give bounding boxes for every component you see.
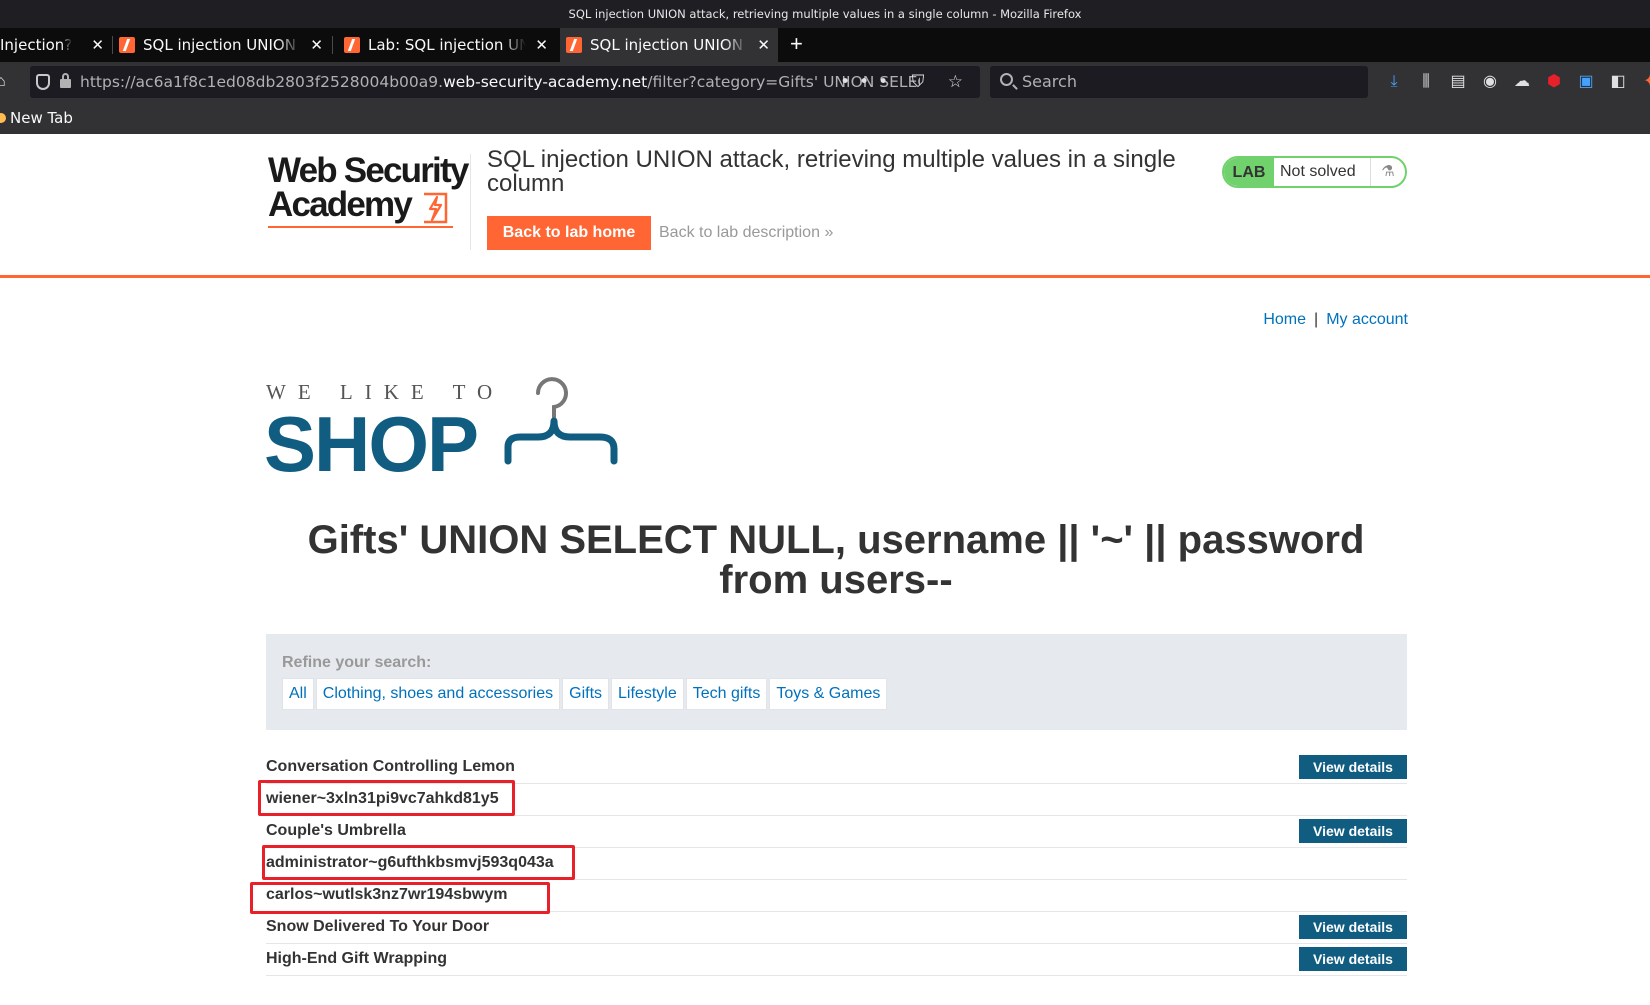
highlight-box-wiener — [258, 780, 515, 816]
product-name: High-End Gift Wrapping — [266, 950, 448, 967]
refine-label: Refine your search: — [282, 654, 432, 671]
search-bar[interactable]: Search — [990, 66, 1368, 98]
tab-label: SQL injection UNION a — [590, 36, 748, 54]
tracking-shield-icon[interactable] — [36, 74, 50, 90]
shop-logo: WE LIKE TO SHOP — [264, 375, 626, 483]
logo-line1: Web Security — [268, 151, 469, 190]
tab-sqli-union-active[interactable]: SQL injection UNION a ✕ — [560, 28, 778, 62]
filter-toys-games[interactable]: Toys & Games — [769, 678, 888, 710]
portswigger-favicon-icon — [119, 37, 135, 53]
lab-status-widget: LAB Not solved ⚗ — [1222, 156, 1407, 188]
search-results-heading: Gifts' UNION SELECT NULL, username || '~… — [307, 518, 1365, 602]
table-row: Snow Delivered To Your Door View details — [266, 912, 1407, 944]
academy-header: Web Security Academy SQL injection UNION… — [0, 134, 1650, 278]
header-divider — [470, 154, 471, 250]
close-icon[interactable]: ✕ — [91, 28, 104, 62]
tab-label: SQL injection UNION a — [143, 36, 301, 54]
url-bar[interactable]: https://ac6a1f8c1ed08db2803f2528004b00a9… — [30, 66, 980, 98]
tab-lab-sqli[interactable]: Lab: SQL injection UNION ✕ — [338, 28, 556, 62]
close-icon[interactable]: ✕ — [757, 28, 770, 62]
tab-strip: Injection? ✕ SQL injection UNION a ✕ Lab… — [0, 28, 1650, 62]
lab-status-text: Not solved — [1280, 163, 1356, 180]
chevron-right-icon: » — [824, 224, 834, 241]
back-description-label: Back to lab description — [659, 224, 820, 241]
table-row: Couple's Umbrella View details — [266, 816, 1407, 848]
lab-title: SQL injection UNION attack, retrieving m… — [487, 146, 1176, 197]
tab-label: Lab: SQL injection UNION — [368, 36, 526, 54]
my-account-link[interactable]: My account — [1326, 311, 1408, 328]
navigation-toolbar: ⌂ https://ac6a1f8c1ed08db2803f2528004b00… — [0, 62, 1650, 102]
new-tab-button[interactable]: + — [790, 28, 803, 62]
filter-clothing[interactable]: Clothing, shoes and accessories — [315, 678, 561, 710]
refine-search-panel: Refine your search: All Clothing, shoes a… — [266, 634, 1407, 730]
nav-separator: | — [1314, 311, 1319, 328]
view-details-button[interactable]: View details — [1299, 755, 1407, 779]
tab-label: Injection? — [0, 36, 72, 54]
url-domain: web-security-academy.net — [443, 73, 648, 91]
bookmark-new-tab[interactable]: New Tab — [10, 102, 73, 134]
view-details-button[interactable]: View details — [1299, 915, 1407, 939]
tab-sqli-union-1[interactable]: SQL injection UNION a ✕ — [113, 28, 331, 62]
ublock-icon[interactable]: ⬢ — [1538, 62, 1570, 102]
product-name: Couple's Umbrella — [266, 822, 406, 839]
view-details-button[interactable]: View details — [1299, 947, 1407, 971]
portswigger-favicon-icon — [344, 37, 360, 53]
back-to-lab-description-link[interactable]: Back to lab description » — [659, 216, 833, 250]
view-details-button[interactable]: View details — [1299, 819, 1407, 843]
account-icon[interactable]: ◉ — [1474, 62, 1506, 102]
category-filters: All Clothing, shoes and accessories Gifts L… — [282, 678, 889, 710]
bookmarks-toolbar: New Tab — [0, 102, 1650, 134]
product-name: Conversation Controlling Lemon — [266, 758, 515, 775]
academy-bolt-icon — [424, 192, 448, 224]
tab-injection[interactable]: Injection? ✕ — [0, 28, 112, 62]
account-nav: Home | My account — [1258, 311, 1408, 329]
back-to-lab-home-button[interactable]: Back to lab home — [487, 216, 651, 250]
shop-word: SHOP — [264, 400, 479, 488]
extension-box-icon[interactable]: ◧ — [1602, 62, 1634, 102]
url-text[interactable]: https://ac6a1f8c1ed08db2803f2528004b00a9… — [80, 66, 920, 98]
search-placeholder: Search — [1022, 72, 1077, 91]
filter-lifestyle[interactable]: Lifestyle — [611, 678, 684, 710]
toolbar-icons: ⤓ ⫼ ▤ ◉ ☁ ⬢ ▣ ◧ ✦ — [1378, 62, 1650, 102]
logo-underline — [268, 226, 453, 228]
web-security-academy-logo[interactable]: Web Security Academy — [268, 151, 469, 228]
close-icon[interactable]: ✕ — [535, 28, 548, 62]
filter-gifts[interactable]: Gifts — [562, 678, 610, 710]
product-name: Snow Delivered To Your Door — [266, 918, 490, 935]
burp-extension-icon[interactable]: ✦ — [1634, 62, 1650, 102]
lab-tag: LAB — [1224, 158, 1274, 186]
tab-separator — [332, 36, 333, 54]
filter-all[interactable]: All — [282, 678, 314, 710]
highlight-box-carlos — [250, 882, 550, 914]
window-title: SQL injection UNION attack, retrieving m… — [0, 0, 1650, 28]
url-prefix: https://ac6a1f8c1ed08db2803f2528004b00a9… — [80, 73, 444, 91]
home-link[interactable]: Home — [1263, 311, 1306, 328]
download-icon[interactable]: ⤓ — [1378, 62, 1410, 102]
lock-icon[interactable] — [60, 73, 71, 88]
search-icon — [1000, 73, 1013, 86]
home-icon[interactable]: ⌂ — [0, 62, 6, 102]
table-row: High-End Gift Wrapping View details — [266, 944, 1407, 976]
portswigger-favicon-icon — [566, 37, 582, 53]
filter-tech-gifts[interactable]: Tech gifts — [685, 678, 768, 710]
highlight-box-administrator — [262, 845, 575, 880]
extension-s-icon[interactable]: ▣ — [1570, 62, 1602, 102]
bookmark-icon — [0, 113, 6, 123]
close-icon[interactable]: ✕ — [310, 28, 323, 62]
page-actions-icons[interactable]: ••• ⛉ ☆ — [840, 66, 972, 98]
sidebar-icon[interactable]: ▤ — [1442, 62, 1474, 102]
flask-icon: ⚗ — [1370, 158, 1405, 186]
hanger-icon — [504, 377, 618, 465]
extension-icon[interactable]: ☁ — [1506, 62, 1538, 102]
library-icon[interactable]: ⫼ — [1410, 62, 1442, 102]
